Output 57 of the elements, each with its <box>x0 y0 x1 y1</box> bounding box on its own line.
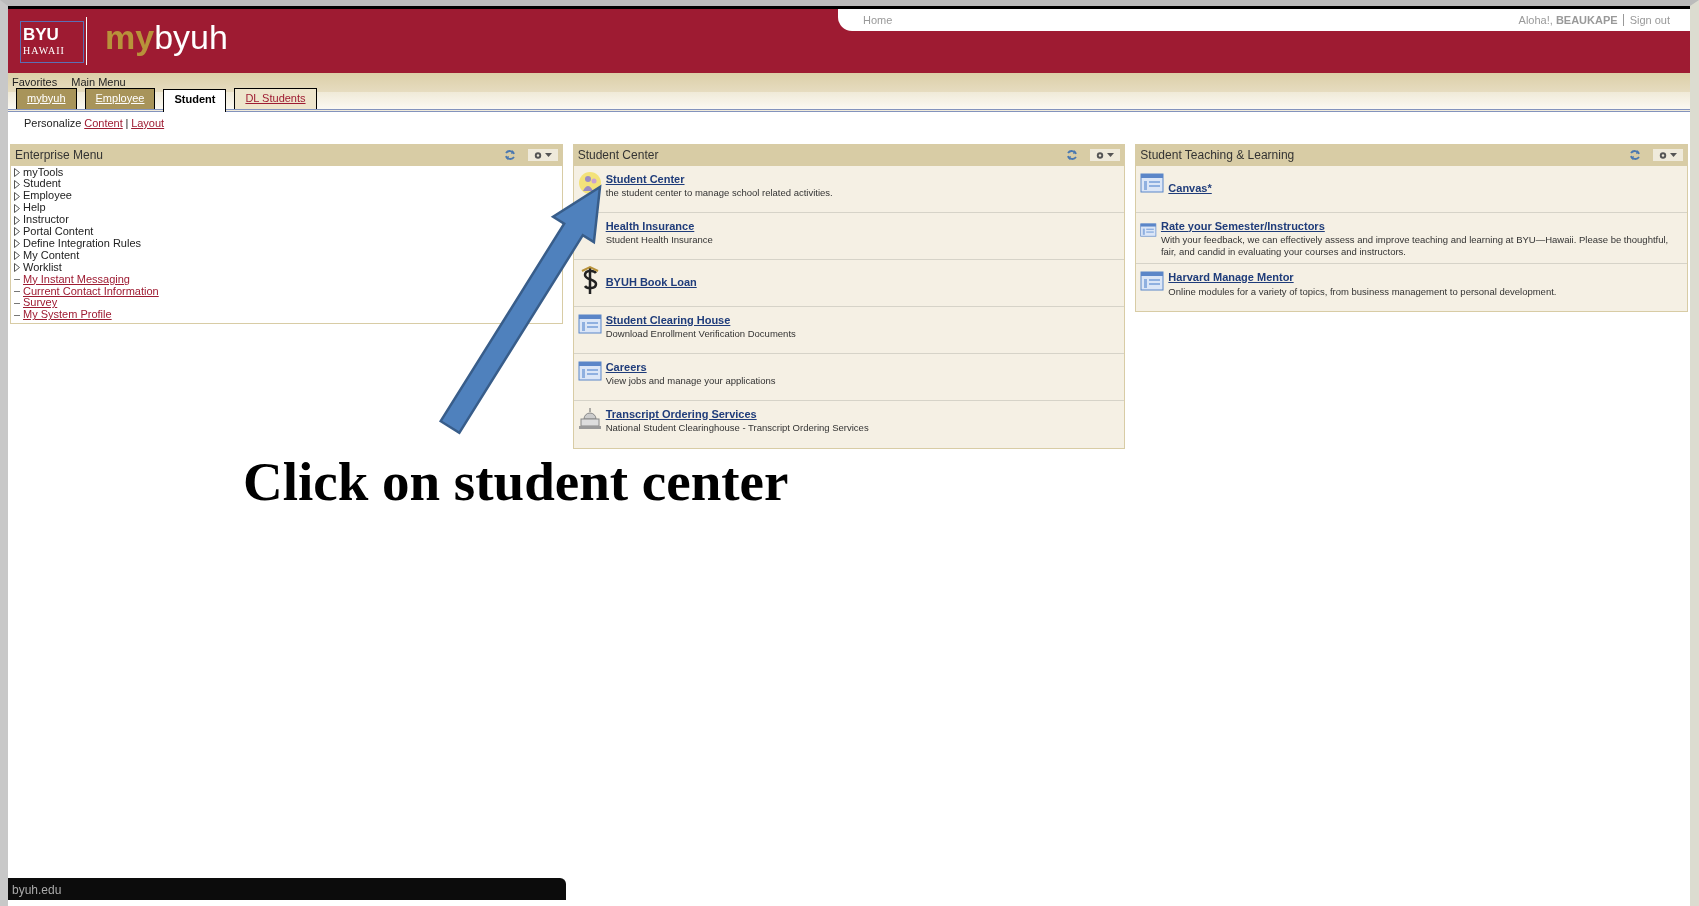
portlet-link[interactable]: Student Center <box>605 170 833 187</box>
menu-link[interactable]: My System Profile <box>23 309 112 322</box>
link-description: Student Health Insurance <box>605 234 713 246</box>
separator: | <box>125 117 129 129</box>
menu-link[interactable]: Survey <box>23 297 58 310</box>
menu-folder[interactable]: Help <box>23 202 46 215</box>
portlet-link[interactable]: Student Clearing House <box>605 311 796 328</box>
brand-title: mybyuh <box>105 17 228 58</box>
link-description: With your feedback, we can effectively assess and improve teaching and learning at BYU—Hawaii. Please be thoughtful, fair, and candid in evaluating your courses and instructors. <box>1160 234 1670 258</box>
logo[interactable]: BYU HAWAII <box>20 21 84 63</box>
link-description: Online modules for a variety of topics, from business management to personal development. <box>1168 285 1557 298</box>
menu-folder[interactable]: Instructor <box>23 214 69 227</box>
status-url: byuh.edu <box>8 878 566 900</box>
menu-link[interactable]: Current Contact Information <box>23 285 159 298</box>
capitol-icon <box>577 405 602 430</box>
portlet-link[interactable]: Careers <box>605 358 776 375</box>
settings-button[interactable] <box>1653 149 1683 161</box>
portlet-link[interactable]: Harvard Manage Mentor <box>1168 269 1557 286</box>
gear-icon <box>1095 150 1116 160</box>
window-icon <box>1140 269 1165 293</box>
portlet-link[interactable]: Health Insurance <box>605 217 713 234</box>
menu-folder[interactable]: Portal Content <box>23 226 94 238</box>
panel-title: Enterprise Menu <box>15 147 105 164</box>
menu-folder[interactable]: Employee <box>23 190 72 203</box>
portlet-link[interactable]: BYUH Book Loan <box>605 274 697 291</box>
panel-title: Student Teaching & Learning <box>1140 147 1296 164</box>
refresh-icon <box>1066 149 1079 161</box>
tab[interactable]: DL Students <box>234 87 317 109</box>
link-description: View jobs and manage your applications <box>605 375 776 387</box>
portlet-link[interactable]: Rate your Semester/Instructors <box>1160 217 1683 234</box>
portlet-link[interactable]: Canvas* <box>1168 180 1212 197</box>
panel-title: Student Center <box>577 147 660 164</box>
personalize-link[interactable]: Layout <box>131 117 165 129</box>
link-description: the student center to manage school related activities. <box>605 187 833 199</box>
menu-folder[interactable]: Define Integration Rules <box>23 237 141 250</box>
annotation-text: Click on student center <box>243 450 789 514</box>
menu-folder[interactable]: Student <box>23 178 61 191</box>
gear-icon <box>1658 150 1678 160</box>
menu-folder[interactable]: My Content <box>23 249 80 262</box>
window-icon <box>1140 170 1165 195</box>
personalize-link[interactable]: Content <box>84 117 123 129</box>
portlet-link[interactable]: Transcript Ordering Services <box>605 405 869 422</box>
menu-link[interactable]: My Instant Messaging <box>23 273 130 286</box>
menu-folder[interactable]: Worklist <box>23 261 62 274</box>
window-icon <box>577 358 602 383</box>
settings-button[interactable] <box>1090 149 1121 161</box>
link-description: Download Enrollment Verification Documents <box>605 328 796 340</box>
refresh-icon <box>1629 149 1641 161</box>
personalize-label: Personalize <box>24 117 82 129</box>
refresh-icon <box>503 149 516 161</box>
settings-button[interactable] <box>527 149 558 161</box>
greeting: Aloha!, BEAUKAPE <box>1518 12 1618 28</box>
menu-folder[interactable]: myTools <box>23 166 64 179</box>
gear-icon <box>532 150 553 160</box>
window-icon <box>577 311 602 336</box>
tab[interactable]: Student <box>163 88 227 112</box>
link-description: National Student Clearinghouse - Transcript Ordering Services <box>605 422 869 434</box>
